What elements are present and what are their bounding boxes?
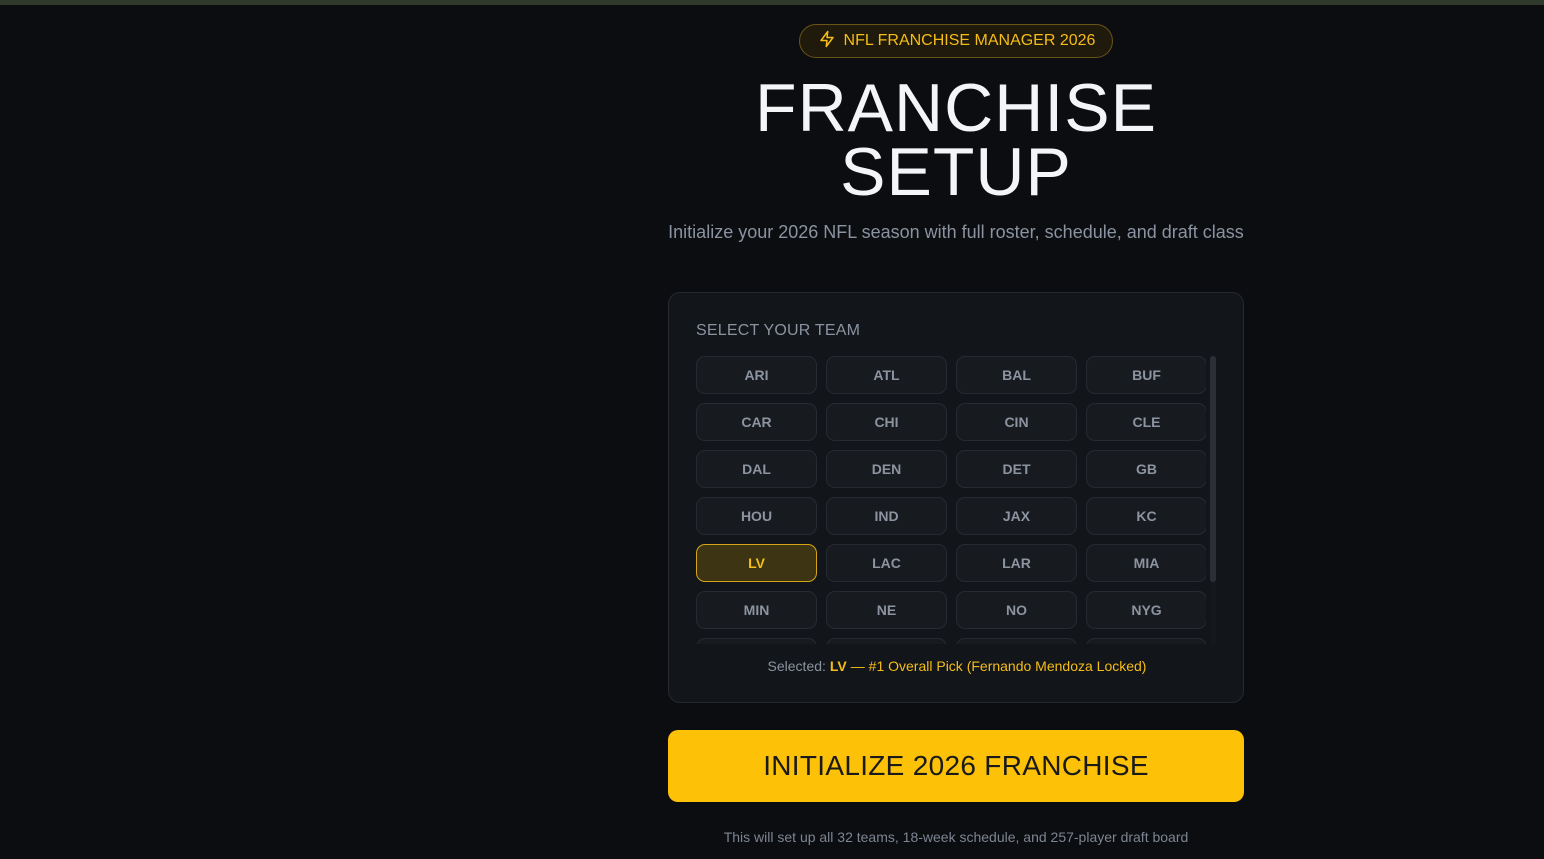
team-button[interactable]	[956, 638, 1077, 644]
team-button-bal[interactable]: BAL	[956, 356, 1077, 394]
team-button-ind[interactable]: IND	[826, 497, 947, 535]
team-button-no[interactable]: NO	[956, 591, 1077, 629]
team-grid-scrollbar[interactable]	[1210, 356, 1216, 644]
team-button-den[interactable]: DEN	[826, 450, 947, 488]
team-button-lv[interactable]: LV	[696, 544, 817, 582]
team-grid: ARI ATL BAL BUF CAR CHI CIN CLE DAL DEN DET GB HOU IN…	[696, 356, 1206, 644]
team-button-cle[interactable]: CLE	[1086, 403, 1206, 441]
team-button-kc[interactable]: KC	[1086, 497, 1206, 535]
team-button-hou[interactable]: HOU	[696, 497, 817, 535]
main-panel: SELECT YOUR TEAM ARI ATL BAL BUF CAR CHI CIN CL…	[668, 0, 1244, 859]
team-select-card: SELECT YOUR TEAM ARI ATL BAL BUF CAR CHI CIN CL…	[668, 292, 1244, 703]
selected-team-note: — #1 Overall Pick (Fernando Mendoza Lock…	[850, 658, 1147, 674]
team-button-min[interactable]: MIN	[696, 591, 817, 629]
team-select-label: SELECT YOUR TEAM	[696, 322, 861, 339]
team-button[interactable]	[826, 638, 947, 644]
scrollbar-thumb[interactable]	[1210, 356, 1216, 582]
team-button-lar[interactable]: LAR	[956, 544, 1077, 582]
team-button-dal[interactable]: DAL	[696, 450, 817, 488]
setup-footnote: This will set up all 32 teams, 18-week s…	[723, 829, 1189, 845]
selected-team-code: LV	[829, 658, 847, 674]
team-button-atl[interactable]: ATL	[826, 356, 947, 394]
team-button-mia[interactable]: MIA	[1086, 544, 1206, 582]
team-button-chi[interactable]: CHI	[826, 403, 947, 441]
team-button-nyg[interactable]: NYG	[1086, 591, 1206, 629]
team-button[interactable]	[1086, 638, 1206, 644]
team-button-jax[interactable]: JAX	[956, 497, 1077, 535]
team-button-cin[interactable]: CIN	[956, 403, 1077, 441]
team-button-buf[interactable]: BUF	[1086, 356, 1206, 394]
initialize-franchise-button[interactable]: INITIALIZE 2026 FRANCHISE	[668, 730, 1244, 802]
team-button-lac[interactable]: LAC	[826, 544, 947, 582]
team-button-car[interactable]: CAR	[696, 403, 817, 441]
team-button-ne[interactable]: NE	[826, 591, 947, 629]
team-button-gb[interactable]: GB	[1086, 450, 1206, 488]
team-button-ari[interactable]: ARI	[696, 356, 817, 394]
team-button[interactable]	[696, 638, 817, 644]
team-grid-scroll[interactable]: ARI ATL BAL BUF CAR CHI CIN CLE DAL DEN DET GB HOU IN…	[696, 356, 1206, 644]
team-button-det[interactable]: DET	[956, 450, 1077, 488]
selected-team-summary: Selected: LV — #1 Overall Pick (Fernando M…	[669, 658, 1245, 674]
selected-prefix: Selected:	[767, 658, 826, 674]
